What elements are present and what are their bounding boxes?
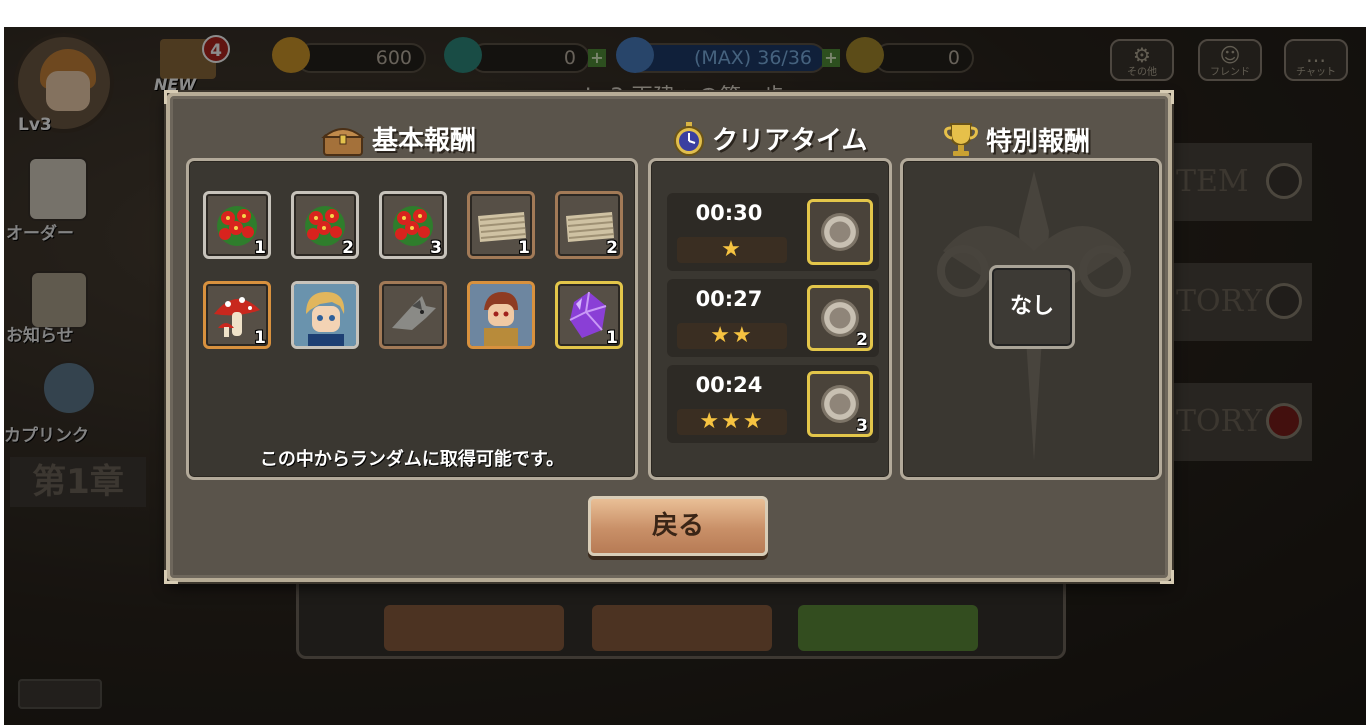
reward-item-4[interactable]: 1 bbox=[467, 191, 535, 259]
special-reward-panel: なし bbox=[900, 158, 1162, 480]
clear-time-heading: クリアタイム bbox=[672, 120, 867, 157]
blonde-hero-portrait-icon bbox=[294, 284, 356, 346]
reward-item-8[interactable] bbox=[379, 281, 447, 349]
frame-corner bbox=[164, 570, 178, 584]
special-reward-title: 特別報酬 bbox=[986, 126, 1091, 157]
item-quantity: 1 bbox=[518, 238, 530, 258]
item-quantity: 2 bbox=[606, 238, 618, 258]
item-quantity: 1 bbox=[254, 238, 266, 258]
clear-time-title: クリアタイム bbox=[712, 126, 868, 156]
basic-reward-heading: 基本報酬 bbox=[320, 120, 476, 157]
reward-item-1[interactable]: 1 bbox=[203, 191, 271, 259]
star-rating: ★★★ bbox=[677, 409, 787, 435]
reward-item-3[interactable]: 3 bbox=[379, 191, 447, 259]
item-quantity: 3 bbox=[430, 238, 442, 258]
medal-reward[interactable]: 2 bbox=[807, 285, 873, 351]
medal-coin-icon bbox=[821, 213, 859, 251]
clear-time-value: 00:24 bbox=[695, 373, 763, 397]
medal-quantity: 3 bbox=[856, 416, 868, 436]
clear-time-value: 00:27 bbox=[695, 287, 763, 311]
item-quantity: 2 bbox=[342, 238, 354, 258]
medal-reward[interactable] bbox=[807, 199, 873, 265]
trophy-icon bbox=[944, 123, 978, 156]
reward-item-9[interactable] bbox=[467, 281, 535, 349]
reward-item-6[interactable]: 1 bbox=[203, 281, 271, 349]
clear-time-value: 00:30 bbox=[695, 201, 763, 225]
reward-item-5[interactable]: 2 bbox=[555, 191, 623, 259]
reward-item-10[interactable]: 1 bbox=[555, 281, 623, 349]
star-rating: ★★ bbox=[677, 323, 787, 349]
silver-wolf-icon bbox=[392, 296, 436, 330]
special-reward-none: なし bbox=[989, 265, 1075, 349]
medal-coin-icon bbox=[821, 299, 859, 337]
stopwatch-icon bbox=[674, 121, 704, 156]
clear-time-row-3: 00:24 ★★★ 3 bbox=[667, 365, 879, 443]
reward-item-7[interactable] bbox=[291, 281, 359, 349]
basic-reward-title: 基本報酬 bbox=[372, 126, 477, 156]
medal-reward[interactable]: 3 bbox=[807, 371, 873, 437]
back-button[interactable]: 戻る bbox=[588, 496, 768, 556]
frame-corner bbox=[1160, 570, 1174, 584]
random-reward-note: この中からランダムに取得可能です。 bbox=[259, 449, 565, 470]
clear-time-row-1: 00:30 ★ bbox=[667, 193, 879, 271]
star-rating: ★ bbox=[677, 237, 787, 263]
item-quantity: 1 bbox=[606, 328, 618, 348]
reward-modal: 基本報酬 クリアタイム 特別報酬 1 2 3 1 2 1 1 この中からランダム… bbox=[164, 90, 1174, 584]
clear-time-row-2: 00:27 ★★ 2 bbox=[667, 279, 879, 357]
reward-item-2[interactable]: 2 bbox=[291, 191, 359, 259]
basic-reward-panel: 1 2 3 1 2 1 1 この中からランダムに取得可能です。 bbox=[186, 158, 638, 480]
special-reward-heading: 特別報酬 bbox=[942, 120, 1090, 158]
item-quantity: 1 bbox=[254, 328, 266, 348]
medal-quantity: 2 bbox=[856, 330, 868, 350]
treasure-chest-icon bbox=[321, 127, 365, 156]
frame-corner bbox=[1160, 90, 1174, 104]
clear-time-panel: 00:30 ★ 00:27 ★★ 2 00:24 ★★★ 3 bbox=[648, 158, 892, 480]
frame-corner bbox=[164, 90, 178, 104]
medal-coin-icon bbox=[821, 385, 859, 423]
brown-haired-character-icon bbox=[470, 284, 532, 346]
